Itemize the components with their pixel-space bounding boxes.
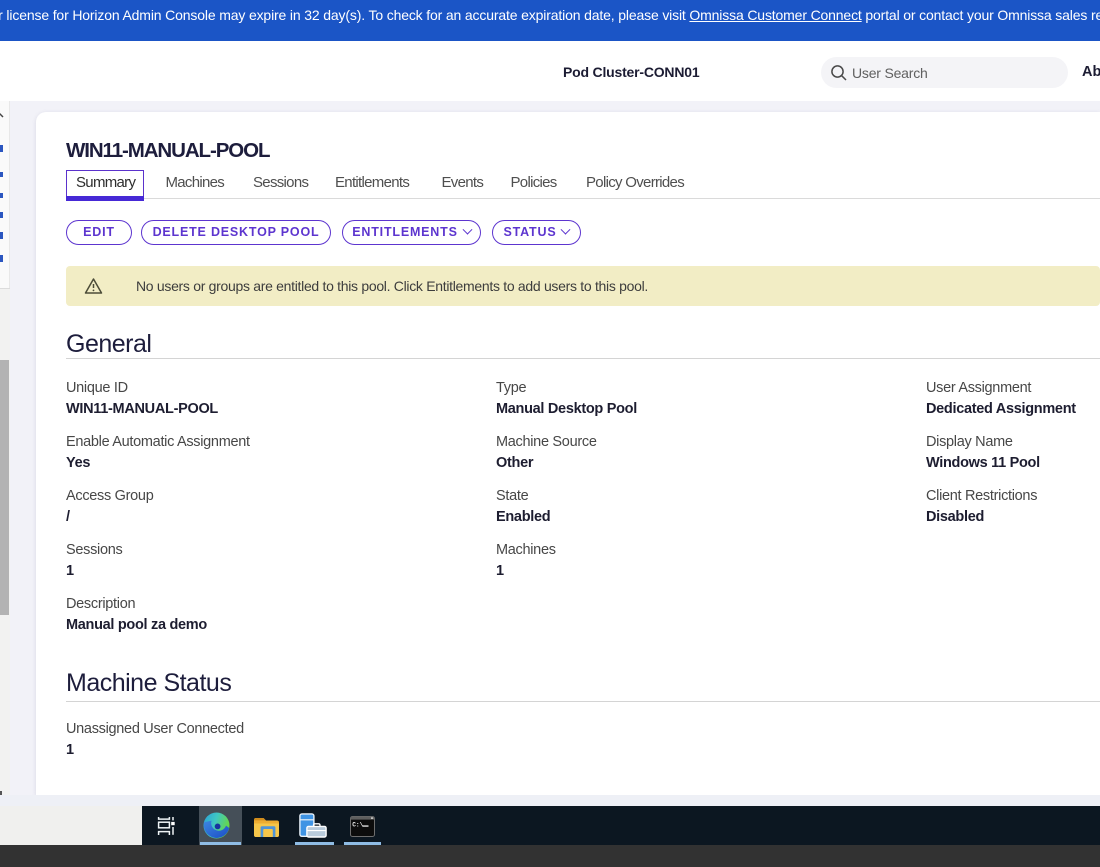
svg-text:C:\: C:\ (352, 822, 363, 829)
